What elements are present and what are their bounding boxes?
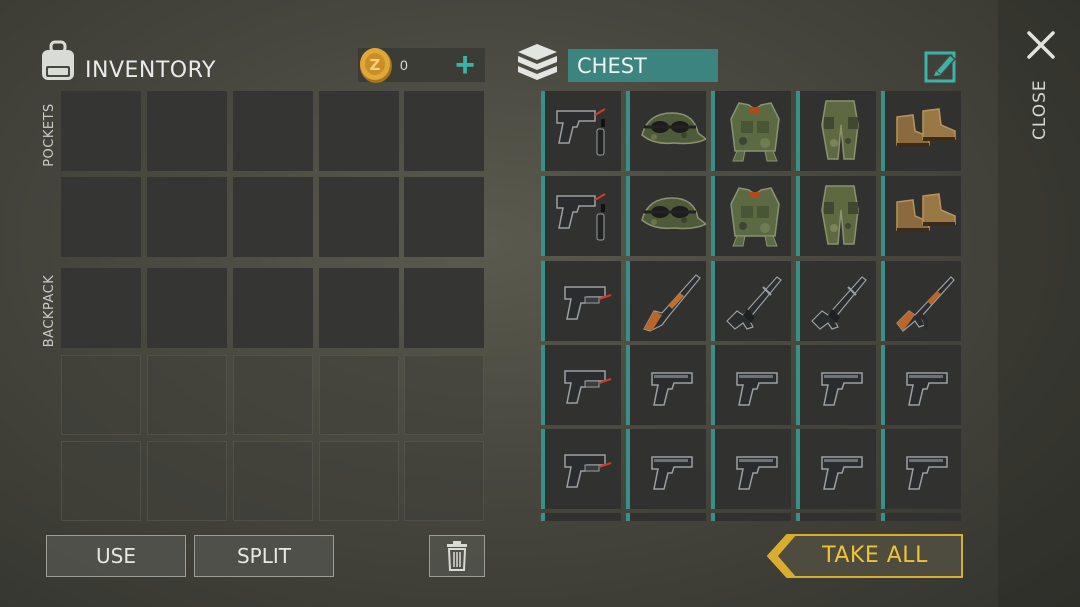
- pocket-slot[interactable]: [404, 91, 484, 171]
- camo-pants-icon: [821, 185, 859, 245]
- boots-icon: [896, 108, 956, 147]
- backpack-slot[interactable]: [319, 268, 399, 348]
- chest-slot[interactable]: [881, 345, 961, 425]
- chest-slot[interactable]: [711, 261, 791, 341]
- pistol-with-laser-icon: [564, 286, 612, 320]
- close-icon[interactable]: [1024, 28, 1058, 62]
- pistol-icon: [736, 456, 778, 490]
- pocket-slot[interactable]: [233, 91, 313, 171]
- backpack-slot-locked: [61, 441, 141, 521]
- pocket-slot[interactable]: [404, 177, 484, 257]
- backpack-slot-locked: [319, 355, 399, 435]
- chest-slot[interactable]: [626, 261, 706, 341]
- chest-title: CHEST: [577, 54, 647, 78]
- chest-slot[interactable]: [541, 429, 621, 509]
- pocket-slot[interactable]: [147, 177, 227, 257]
- chest-slot[interactable]: [796, 429, 876, 509]
- pistol-icon: [821, 456, 863, 490]
- chest-slot[interactable]: [796, 345, 876, 425]
- chest-slot-partial[interactable]: [796, 513, 876, 521]
- pistol-icon: [736, 372, 778, 406]
- chest-slot[interactable]: [541, 345, 621, 425]
- backpack-slot-locked: [319, 441, 399, 521]
- chest-slot[interactable]: [541, 91, 621, 171]
- assault-rifle-icon: [811, 276, 867, 330]
- coin-count: 0: [400, 57, 408, 73]
- chest-slot[interactable]: [796, 91, 876, 171]
- use-button[interactable]: USE: [46, 535, 186, 577]
- chest-slot[interactable]: [541, 176, 621, 256]
- shotgun-icon: [643, 274, 701, 332]
- military-cap-with-goggles-icon: [641, 197, 706, 230]
- pistol-with-silencer-icon: [556, 193, 606, 241]
- chest-slot[interactable]: [711, 176, 791, 256]
- backpack-icon: [42, 40, 74, 80]
- inventory-title: INVENTORY: [85, 58, 216, 83]
- backpack-slot-locked: [233, 441, 313, 521]
- chest-slot[interactable]: [881, 261, 961, 341]
- trash-icon: [447, 541, 467, 571]
- close-label[interactable]: CLOSE: [1030, 79, 1050, 140]
- pistol-with-laser-icon: [564, 370, 612, 404]
- pocket-slot[interactable]: [233, 177, 313, 257]
- backpack-slot[interactable]: [404, 268, 484, 348]
- pocket-slot[interactable]: [61, 91, 141, 171]
- assault-rifle-icon: [726, 276, 782, 330]
- backpack-slot-locked: [404, 355, 484, 435]
- backpack-slot-locked: [147, 441, 227, 521]
- chest-slot[interactable]: [881, 91, 961, 171]
- military-cap-with-goggles-icon: [641, 112, 706, 145]
- pistol-icon: [651, 456, 693, 490]
- chest-slot[interactable]: [796, 261, 876, 341]
- chest-slot[interactable]: [881, 429, 961, 509]
- chest-slot[interactable]: [626, 429, 706, 509]
- chest-slot-partial[interactable]: [626, 513, 706, 521]
- pistol-with-silencer-icon: [556, 108, 606, 156]
- camo-tactical-vest-icon: [730, 102, 780, 162]
- chest-slot[interactable]: [711, 345, 791, 425]
- pocket-slot[interactable]: [319, 177, 399, 257]
- add-coins-button[interactable]: +: [450, 47, 480, 83]
- backpack-slot-locked: [404, 441, 484, 521]
- chest-slot-partial[interactable]: [881, 513, 961, 521]
- chest-slot[interactable]: [626, 91, 706, 171]
- backpack-slot-locked: [147, 355, 227, 435]
- svg-text:Z: Z: [370, 56, 381, 74]
- chest-slot[interactable]: [626, 176, 706, 256]
- backpack-label: BACKPACK: [42, 274, 57, 348]
- camo-pants-icon: [821, 100, 859, 160]
- pistol-icon: [651, 372, 693, 406]
- pockets-label: POCKETS: [42, 103, 57, 167]
- chest-slot[interactable]: [796, 176, 876, 256]
- coin-icon: Z: [360, 48, 392, 83]
- backpack-slot[interactable]: [61, 268, 141, 348]
- pistol-icon: [821, 372, 863, 406]
- backpack-slot-locked: [61, 355, 141, 435]
- backpack-slot[interactable]: [147, 268, 227, 348]
- pocket-slot[interactable]: [147, 91, 227, 171]
- pocket-slot[interactable]: [61, 177, 141, 257]
- chest-slot-partial[interactable]: [711, 513, 791, 521]
- chest-slot[interactable]: [711, 429, 791, 509]
- ak-rifle-icon: [896, 276, 955, 332]
- pistol-icon: [906, 456, 948, 490]
- chest-slot[interactable]: [541, 261, 621, 341]
- chest-slot[interactable]: [881, 176, 961, 256]
- take-all-label: TAKE ALL: [822, 543, 928, 568]
- backpack-slot-locked: [233, 355, 313, 435]
- boots-icon: [896, 193, 956, 232]
- chest-slot-partial[interactable]: [541, 513, 621, 521]
- chest-slot[interactable]: [711, 91, 791, 171]
- chest-slot[interactable]: [626, 345, 706, 425]
- pocket-slot[interactable]: [319, 91, 399, 171]
- chest-icon: [518, 44, 557, 80]
- split-button[interactable]: SPLIT: [194, 535, 334, 577]
- camo-tactical-vest-icon: [730, 187, 780, 247]
- pistol-icon: [906, 372, 948, 406]
- trash-button[interactable]: [429, 535, 485, 577]
- pistol-with-laser-icon: [564, 454, 612, 488]
- backpack-slot[interactable]: [233, 268, 313, 348]
- rename-pencil-icon[interactable]: [924, 49, 958, 83]
